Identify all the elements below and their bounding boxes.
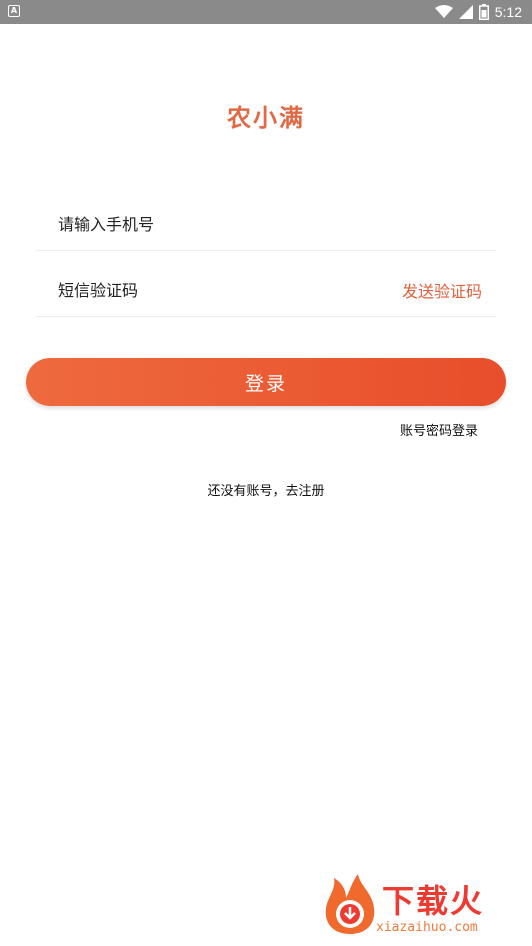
watermark-url: xiazaihuo.com — [376, 920, 478, 935]
sms-code-input[interactable] — [58, 276, 358, 304]
status-bar: A 5:12 — [0, 0, 532, 24]
send-code-button[interactable]: 发送验证码 — [402, 278, 482, 302]
password-login-link[interactable]: 账号密码登录 — [400, 420, 478, 439]
flame-logo-icon — [325, 874, 375, 934]
watermark: 下载火 xiazaihuo.com — [316, 872, 526, 942]
clock: 5:12 — [494, 4, 522, 20]
sms-field-row: 发送验证码 — [36, 264, 496, 317]
app-notification-icon: A — [8, 5, 20, 17]
wifi-icon — [434, 5, 453, 18]
signal-icon — [458, 5, 473, 19]
battery-icon — [478, 4, 489, 20]
phone-input[interactable] — [58, 210, 358, 238]
watermark-text: 下载火 — [382, 882, 485, 920]
phone-field-row — [36, 198, 496, 251]
status-icons: 5:12 — [434, 0, 522, 24]
login-button[interactable]: 登录 — [26, 358, 506, 406]
register-link[interactable]: 还没有账号，去注册 — [0, 480, 532, 499]
brand-logo-text: 农小满 — [227, 103, 305, 132]
